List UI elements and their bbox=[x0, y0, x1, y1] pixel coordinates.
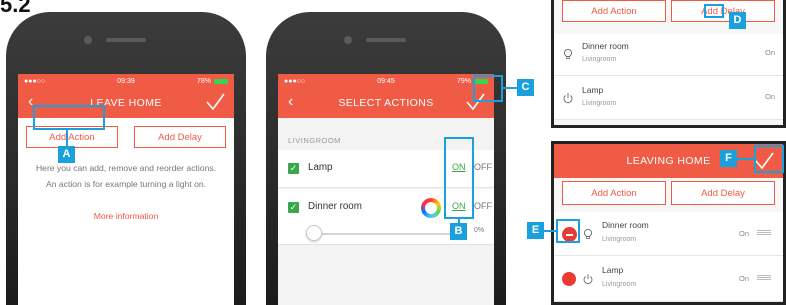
callout-label-d: D bbox=[729, 12, 746, 29]
status-time: 09:39 bbox=[117, 77, 135, 85]
action-list-panel-top: Add Action Add Delay Dinner room Livingr… bbox=[551, 0, 786, 128]
dinner-room-checkbox[interactable]: ✓ bbox=[288, 202, 299, 213]
callout-label-f: F bbox=[720, 150, 737, 167]
item-room: Livingroom bbox=[602, 236, 637, 243]
callout-leader-f bbox=[737, 158, 754, 160]
callout-highlight-b bbox=[444, 137, 474, 219]
section-header-livingroom: LIVINGROOM bbox=[288, 136, 341, 145]
confirm-check-icon[interactable] bbox=[204, 91, 226, 113]
action-list-panel-bottom: LEAVING HOME Add Action Add Delay Dinner… bbox=[551, 141, 786, 305]
page-title: SELECT ACTIONS bbox=[338, 97, 434, 109]
page-title: LEAVING HOME bbox=[626, 155, 711, 167]
item-state: On bbox=[738, 274, 749, 283]
earpiece-speaker bbox=[366, 38, 406, 42]
action-button-row: Add Action Add Delay bbox=[554, 181, 783, 205]
callout-leader-c bbox=[503, 87, 517, 89]
callout-leader-a bbox=[66, 130, 68, 146]
earpiece-speaker bbox=[106, 38, 146, 42]
status-time: 09:45 bbox=[377, 77, 395, 85]
bulb-icon bbox=[583, 228, 593, 239]
callout-leader-e bbox=[544, 230, 556, 232]
item-name: Lamp bbox=[602, 265, 624, 275]
add-delay-button[interactable]: Add Delay bbox=[671, 181, 775, 205]
status-bar: ●●●○○ 09:39 78% bbox=[18, 74, 234, 88]
power-icon bbox=[583, 274, 593, 285]
phone-leave-home: ●●●○○ 09:39 78% ‹ LEAVE HOME Add Action … bbox=[6, 12, 246, 305]
dimmer-slider-track[interactable] bbox=[314, 233, 464, 235]
list-item-lamp: Lamp Livingroom On bbox=[554, 76, 783, 120]
reorder-handle-icon[interactable] bbox=[757, 275, 771, 280]
item-room: Livingroom bbox=[582, 56, 617, 63]
nav-bar: ‹ SELECT ACTIONS bbox=[278, 88, 494, 118]
callout-label-b: B bbox=[450, 223, 467, 240]
callout-highlight-a bbox=[33, 105, 105, 130]
list-item-lamp: Lamp Livingroom On bbox=[554, 256, 783, 302]
item-state: On bbox=[764, 48, 775, 57]
add-delay-button[interactable]: Add Delay bbox=[134, 126, 226, 148]
item-state: On bbox=[764, 92, 775, 101]
power-icon bbox=[563, 93, 573, 104]
callout-label-e: E bbox=[527, 222, 544, 239]
callout-highlight-e bbox=[556, 219, 580, 243]
color-picker-icon[interactable] bbox=[421, 198, 441, 218]
add-action-button[interactable]: Add Action bbox=[562, 181, 666, 205]
dinner-room-label: Dinner room bbox=[308, 201, 362, 212]
lamp-label: Lamp bbox=[308, 162, 333, 173]
callout-highlight-f bbox=[754, 145, 784, 173]
callout-label-a: A bbox=[58, 146, 75, 163]
front-camera bbox=[84, 36, 92, 44]
add-action-button[interactable]: Add Action bbox=[562, 0, 666, 22]
reorder-handle-icon[interactable] bbox=[757, 230, 771, 235]
list-item-dinner-room: Dinner room Livingroom On bbox=[554, 34, 783, 76]
lamp-off-toggle[interactable]: OFF bbox=[474, 162, 492, 172]
bulb-icon bbox=[563, 48, 573, 59]
item-name: Dinner room bbox=[582, 41, 629, 51]
help-text-line-1: Here you can add, remove and reorder act… bbox=[35, 163, 217, 173]
help-text-line-2: An action is for example turning a light… bbox=[45, 179, 207, 189]
nav-bar: LEAVING HOME bbox=[554, 144, 783, 178]
status-bar: ●●●○○ 09:45 79% bbox=[278, 74, 494, 88]
item-room: Livingroom bbox=[582, 100, 617, 107]
remove-action-button[interactable] bbox=[562, 272, 576, 286]
callout-highlight-d bbox=[704, 4, 724, 18]
dinner-room-off-toggle[interactable]: OFF bbox=[474, 201, 492, 211]
callout-label-c: C bbox=[517, 79, 534, 96]
dimmer-slider-handle[interactable] bbox=[306, 225, 322, 241]
item-room: Livingroom bbox=[602, 281, 637, 288]
front-camera bbox=[344, 36, 352, 44]
item-state: On bbox=[738, 229, 749, 238]
item-name: Lamp bbox=[582, 85, 604, 95]
dimmer-value: 0% bbox=[474, 227, 485, 234]
step-number: 5.2 bbox=[0, 0, 31, 17]
more-information-link[interactable]: More information bbox=[18, 211, 234, 221]
list-item-dinner-room: Dinner room Livingroom On bbox=[554, 212, 783, 256]
tutorial-figure: 5.2 ●●●○○ 09:39 78% ‹ LEAVE HOME Add Act… bbox=[0, 0, 786, 305]
item-name: Dinner room bbox=[602, 220, 649, 230]
action-button-row: Add Action Add Delay bbox=[554, 0, 783, 22]
callout-highlight-c bbox=[473, 75, 503, 102]
back-icon[interactable]: ‹ bbox=[288, 93, 294, 111]
lamp-checkbox[interactable]: ✓ bbox=[288, 163, 299, 174]
